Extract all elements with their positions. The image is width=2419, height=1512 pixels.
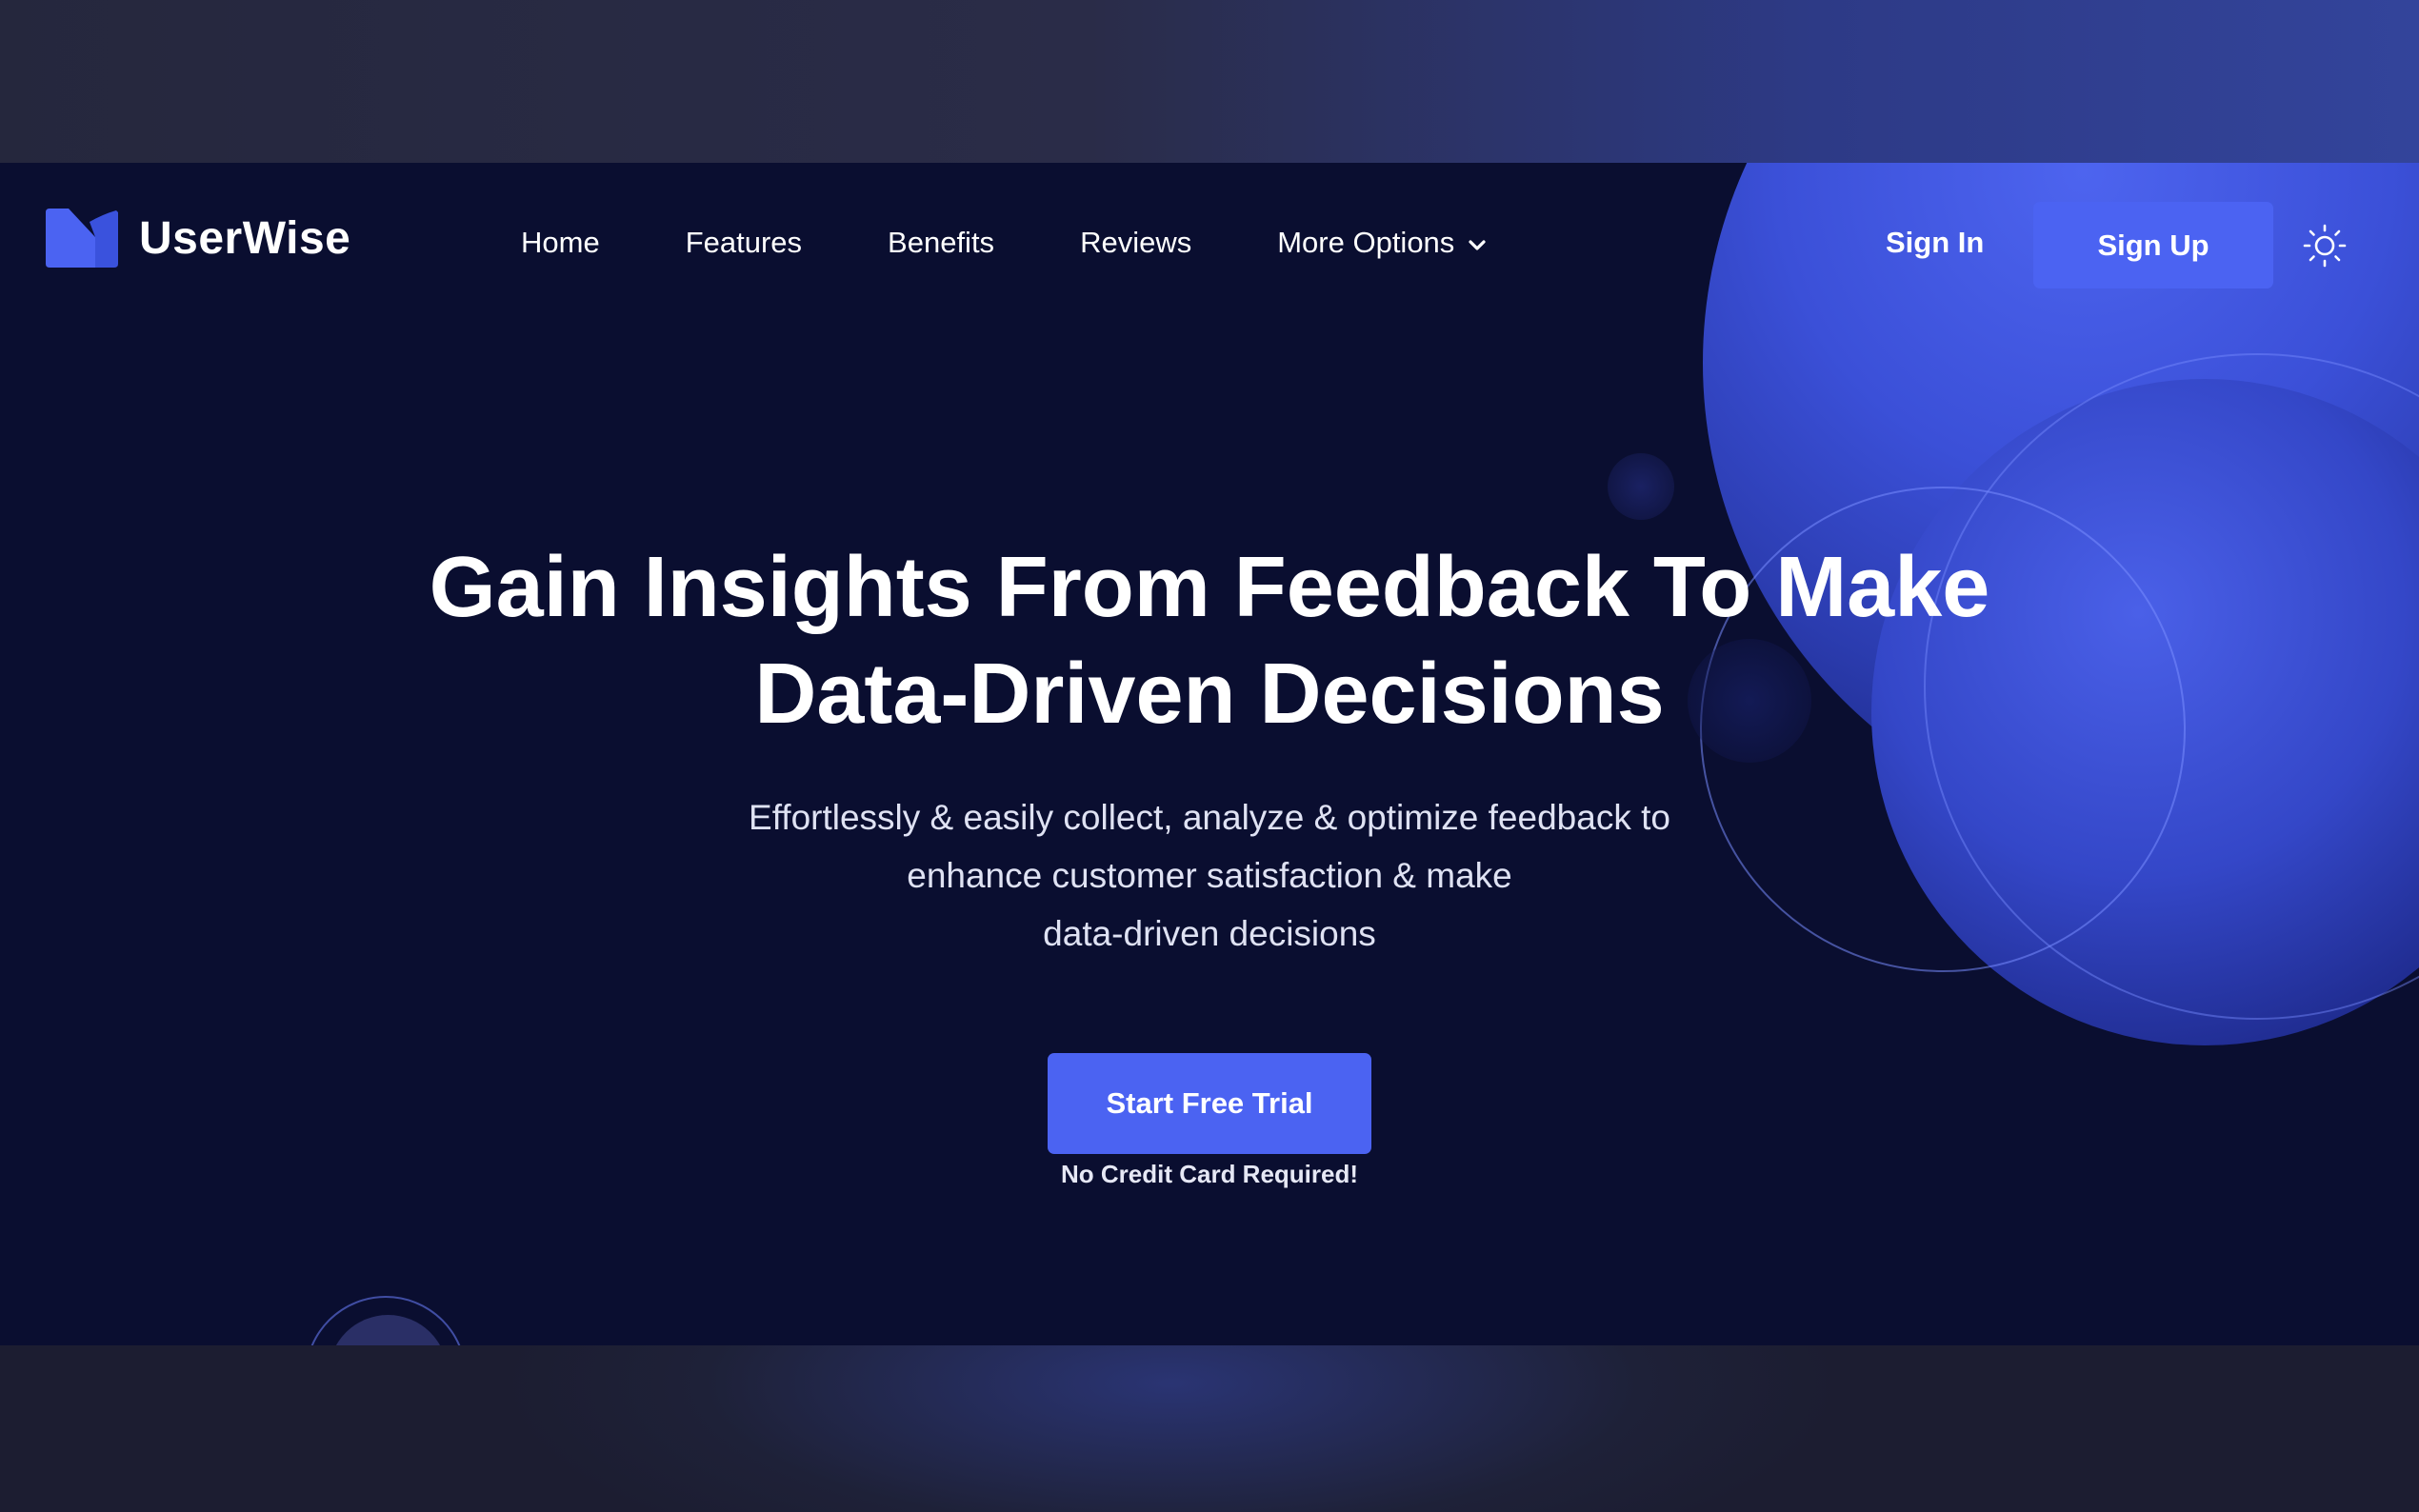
hero-subtext-line: Effortlessly & easily collect, analyze &… <box>749 798 1670 837</box>
decorative-bottom-ring <box>305 1296 467 1345</box>
hero-section: UserWise Home Features Benefits Reviews … <box>0 163 2419 1345</box>
decorative-dot <box>1608 453 1674 520</box>
nav-link-home[interactable]: Home <box>521 226 600 260</box>
sign-up-button[interactable]: Sign Up <box>2033 202 2273 288</box>
nav-link-more-options[interactable]: More Options <box>1277 226 1487 260</box>
hero-headline-line: Data-Driven Decisions <box>754 647 1665 742</box>
bottom-letterbox-band <box>0 1345 2419 1512</box>
top-letterbox-band <box>0 0 2419 163</box>
sun-icon[interactable] <box>2303 224 2347 268</box>
hero-headline-line: Gain Insights From Feedback To Make <box>429 540 1990 635</box>
nav-link-reviews[interactable]: Reviews <box>1080 226 1191 260</box>
hero-subtext: Effortlessly & easily collect, analyze &… <box>543 788 1876 963</box>
hero-headline: Gain Insights From Feedback To Make Data… <box>257 534 2162 747</box>
logo[interactable]: UserWise <box>46 209 350 268</box>
sign-in-link[interactable]: Sign In <box>1886 226 1984 260</box>
logo-mark-icon <box>46 209 118 268</box>
hero-subtext-line: data-driven decisions <box>1043 914 1376 953</box>
nav-link-features[interactable]: Features <box>686 226 802 260</box>
nav-link-benefits[interactable]: Benefits <box>888 226 994 260</box>
navbar: UserWise Home Features Benefits Reviews … <box>0 163 2419 329</box>
brand-name: UserWise <box>139 212 351 264</box>
start-free-trial-button[interactable]: Start Free Trial <box>1048 1053 1371 1154</box>
chevron-down-icon <box>1468 226 1487 260</box>
nav-link-more-options-label: More Options <box>1277 226 1455 259</box>
hero-subtext-line: enhance customer satisfaction & make <box>907 856 1512 895</box>
no-credit-card-note: No Credit Card Required! <box>1060 1160 1359 1188</box>
nav-links: Home Features Benefits Reviews More Opti… <box>521 226 1572 260</box>
